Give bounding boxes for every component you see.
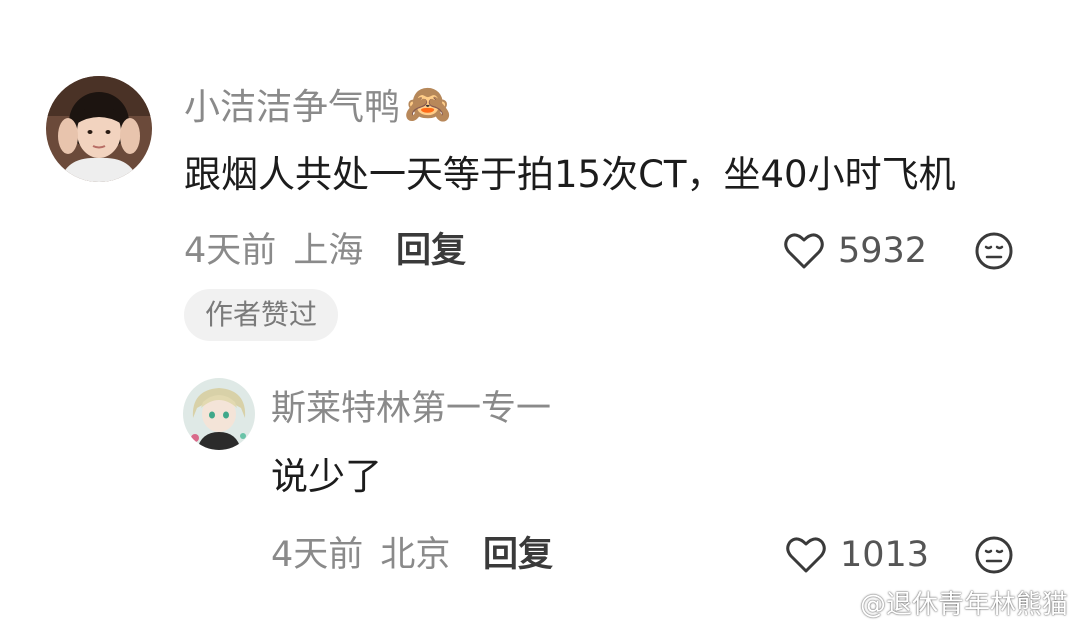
reply-button[interactable]: 回复 [396,228,466,274]
watermark-text: @退休青年林熊猫 [859,590,1068,620]
comment-item: 小洁洁争气鸭 🙈 跟烟人共处一天等于拍15次CT，坐40小时飞机 4天前 上海 … [0,0,1080,360]
watermark: @退休青年林熊猫 [822,584,1068,621]
avatar[interactable] [46,76,152,182]
comment-time: 4天前 [184,231,277,271]
reply-avatar[interactable] [183,378,255,450]
reply-meta: 4天前 北京 [271,532,450,578]
dislike-face-icon[interactable] [974,231,1014,271]
author-liked-badge: 作者赞过 [184,289,338,341]
avatar-image [46,76,152,182]
comment-username[interactable]: 小洁洁争气鸭 🙈 [184,80,452,129]
like-heart-icon[interactable] [782,229,826,273]
reply-username[interactable]: 斯莱特林第一专一 [271,382,551,429]
reply-reply-button[interactable]: 回复 [483,532,553,578]
like-count: 1013 [840,535,930,575]
dislike-face-icon[interactable] [974,535,1014,575]
comment-meta: 4天前 上海 [184,228,363,274]
see-no-evil-monkey-icon: 🙈 [404,81,452,126]
username-text: 小洁洁争气鸭 [184,87,401,128]
like-count: 5932 [838,231,928,271]
comment-text: 跟烟人共处一天等于拍15次CT，坐40小时飞机 [184,153,956,196]
weibo-icon [822,589,856,617]
reply-location: 北京 [380,535,451,575]
reply-time: 4天前 [271,535,364,575]
like-heart-icon[interactable] [784,533,828,577]
reply-text: 说少了 [271,455,382,498]
comment-location: 上海 [293,231,364,271]
reply-avatar-image [183,378,255,450]
